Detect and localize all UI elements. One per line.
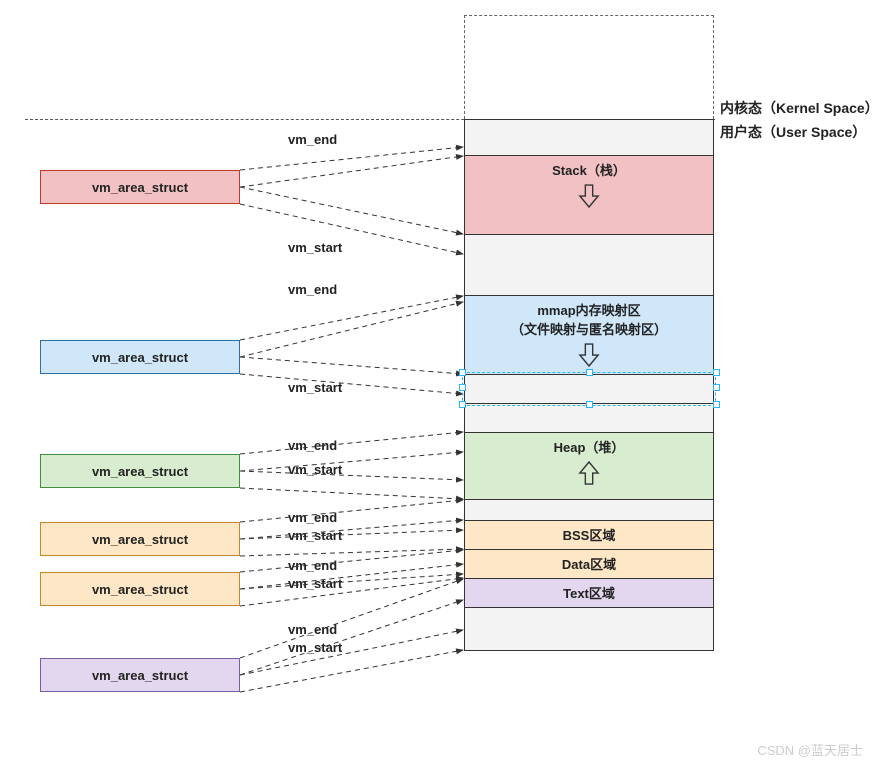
connector-line — [240, 357, 463, 374]
selection-handle[interactable] — [713, 384, 720, 391]
selection-handle[interactable] — [459, 369, 466, 376]
selection-handle[interactable] — [459, 401, 466, 408]
connector-line — [240, 650, 463, 692]
connector-line — [240, 187, 463, 234]
connector-line — [240, 530, 463, 539]
connector-line — [240, 630, 463, 675]
connector-line — [240, 204, 463, 254]
connector-line — [240, 302, 463, 357]
diagram-canvas: 内核态（Kernel Space） 用户态（User Space） Stack（… — [0, 0, 881, 777]
selection-handle[interactable] — [586, 369, 593, 376]
watermark: CSDN @蓝天居士 — [757, 740, 863, 759]
connector-line — [240, 500, 463, 522]
connector-layer — [0, 0, 881, 777]
selection-handle[interactable] — [713, 401, 720, 408]
connector-line — [240, 147, 463, 170]
connector-line — [240, 432, 463, 454]
connector-line — [240, 579, 463, 658]
connector-line — [240, 452, 463, 471]
connector-line — [240, 374, 463, 394]
connector-line — [240, 600, 463, 675]
connector-line — [240, 156, 463, 187]
connector-line — [240, 550, 463, 572]
connector-line — [240, 471, 463, 480]
connector-line — [240, 520, 463, 539]
selection-handle[interactable] — [586, 401, 593, 408]
selection-handle[interactable] — [459, 384, 466, 391]
connector-line — [240, 578, 463, 606]
connector-line — [240, 549, 463, 556]
connector-line — [240, 488, 463, 499]
connector-line — [240, 296, 463, 340]
selection-handle[interactable] — [713, 369, 720, 376]
